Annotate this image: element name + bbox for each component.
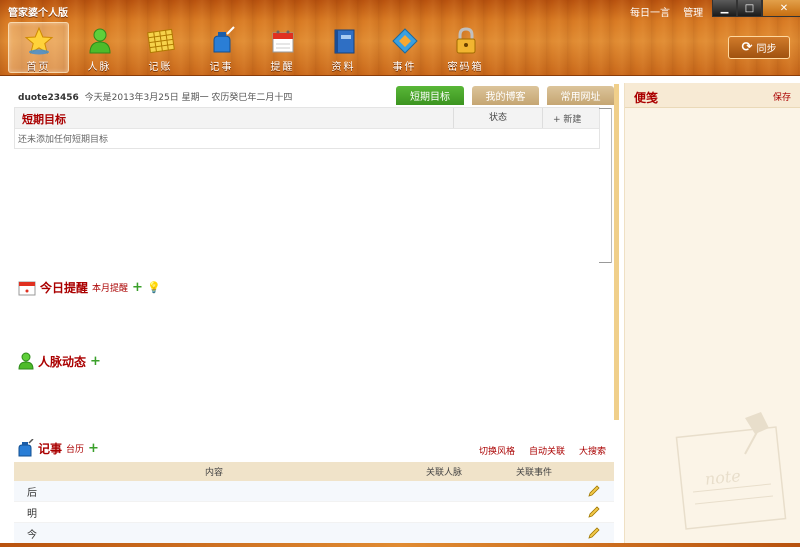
new-goal-button[interactable]: + 新建: [553, 112, 581, 125]
minimize-button[interactable]: ▁: [712, 0, 737, 17]
row-day-label: 今: [27, 529, 37, 541]
sync-button[interactable]: ⟳ 同步: [728, 36, 790, 59]
table-row[interactable]: 今: [14, 523, 614, 544]
reminders-title: 今日提醒: [40, 281, 89, 295]
book-icon: [328, 25, 360, 56]
contacts-section: 人脉动态 +: [18, 352, 101, 370]
window-controls: ▁ □ ✕: [712, 0, 800, 17]
person-icon: [84, 25, 116, 56]
add-contact-icon[interactable]: +: [90, 355, 101, 368]
nav-events[interactable]: 事件: [374, 22, 435, 73]
edit-pencil-icon[interactable]: [588, 485, 600, 500]
star-icon: [23, 26, 55, 56]
sticky-note-editor[interactable]: [629, 113, 795, 393]
manage-link[interactable]: 管理: [683, 8, 703, 19]
tab-my-blog[interactable]: 我的博客: [472, 86, 539, 105]
nav-label: 记事: [209, 62, 234, 73]
notes-actions: 切换风格 自动关联 大搜索: [479, 444, 606, 457]
welcome-line: duote23456 今天是2013年3月25日 星期一 农历癸巳年二月十四: [18, 90, 292, 103]
switch-style-link[interactable]: 切换风格: [479, 444, 515, 457]
sticky-note-title: 便笺: [634, 91, 659, 105]
row-day-label: 后: [27, 487, 37, 499]
reminders-section: 今日提醒 本月提醒 + 💡: [18, 279, 161, 296]
nav-label: 事件: [392, 62, 417, 73]
refresh-icon: ⟳: [741, 40, 753, 55]
sticky-note-header: 便笺 保存: [625, 83, 800, 108]
table-row[interactable]: 后: [14, 481, 614, 502]
nav-contacts[interactable]: 人脉: [69, 22, 130, 73]
nav-label: 记账: [148, 62, 173, 73]
nav-label: 密码箱: [447, 62, 484, 73]
sticky-note-panel: 便笺 保存 note: [624, 83, 800, 543]
maximize-button[interactable]: □: [737, 0, 762, 17]
goals-title: 短期目标: [22, 113, 66, 126]
ink-bottle-icon: [206, 25, 238, 56]
sync-label: 同步: [756, 44, 777, 55]
nav-label: 资料: [331, 62, 356, 73]
save-note-button[interactable]: 保存: [773, 90, 791, 103]
note-pin-decoration-icon: note: [675, 412, 787, 530]
nav-notes[interactable]: 记事: [191, 22, 252, 73]
notes-title: 记事: [38, 441, 63, 456]
calendar-icon: [267, 25, 299, 56]
notes-section: 记事 台历 +: [16, 439, 99, 457]
main-nav: 首页 人脉 记账 记事 提醒 资料 事件 密码箱: [8, 22, 496, 73]
notes-table-header: 内容 关联人脉 关联事件: [14, 462, 614, 481]
column-related-events: 关联事件: [515, 468, 552, 478]
padlock-icon: [450, 25, 482, 56]
goals-header: 短期目标 状态 + 新建: [15, 108, 599, 129]
edit-pencil-icon[interactable]: [588, 506, 600, 521]
goals-status-column: 状态: [453, 108, 543, 128]
goals-empty-text: 还未添加任何短期目标: [18, 135, 109, 145]
notes-table: 内容 关联人脉 关联事件 后 明 今: [14, 462, 614, 544]
row-day-label: 明: [27, 508, 37, 520]
add-reminder-icon[interactable]: +: [132, 281, 143, 294]
table-row[interactable]: 明: [14, 502, 614, 523]
tab-short-term-goals[interactable]: 短期目标: [396, 86, 464, 105]
goals-scrollbar[interactable]: [599, 108, 612, 263]
notes-rows: 后 明 今: [14, 481, 614, 544]
desk-calendar-link[interactable]: 台历: [66, 442, 84, 455]
goals-table: 短期目标 状态 + 新建 还未添加任何短期目标: [14, 107, 600, 149]
nav-home[interactable]: 首页: [8, 22, 69, 73]
date-text: 今天是2013年3月25日 星期一 农历癸巳年二月十四: [84, 93, 293, 103]
contacts-title: 人脉动态: [38, 354, 87, 369]
tab-common-urls[interactable]: 常用网址: [547, 86, 614, 105]
username: duote23456: [18, 93, 79, 103]
home-tabs: 短期目标 我的博客 常用网址: [396, 86, 614, 105]
bottom-border: [0, 543, 800, 547]
app-title: 管家婆个人版: [8, 8, 68, 19]
nav-documents[interactable]: 资料: [313, 22, 374, 73]
diamond-icon: [389, 25, 421, 56]
svg-text:note: note: [704, 466, 742, 489]
big-search-link[interactable]: 大搜索: [579, 444, 606, 457]
daily-quote-link[interactable]: 每日一言: [630, 8, 670, 19]
nav-accounting[interactable]: 记账: [130, 22, 191, 73]
column-related-contacts: 关联人脉: [425, 468, 462, 478]
nav-label: 首页: [26, 62, 51, 73]
ink-bottle-icon: [18, 439, 34, 457]
title-toolbar: 管家婆个人版 每日一言 管理 ▁ □ ✕ 首页 人脉 记账 记事 提醒 资料 事…: [0, 0, 800, 76]
nav-label: 提醒: [270, 62, 295, 73]
add-note-icon[interactable]: +: [88, 442, 99, 455]
edit-pencil-icon[interactable]: [588, 527, 600, 542]
nav-label: 人脉: [87, 62, 112, 73]
main-scrollbar[interactable]: [614, 84, 619, 420]
close-button[interactable]: ✕: [762, 0, 800, 17]
column-content: 内容: [204, 468, 223, 478]
nav-reminders[interactable]: 提醒: [252, 22, 313, 73]
abacus-icon: [145, 25, 177, 56]
bulb-icon[interactable]: 💡: [147, 281, 161, 294]
auto-link-link[interactable]: 自动关联: [529, 444, 565, 457]
top-links: 每日一言 管理: [630, 4, 713, 19]
month-reminders-link[interactable]: 本月提醒: [92, 281, 128, 294]
person-icon: [18, 352, 34, 370]
calendar-icon: [18, 281, 36, 295]
nav-password-box[interactable]: 密码箱: [435, 22, 496, 73]
